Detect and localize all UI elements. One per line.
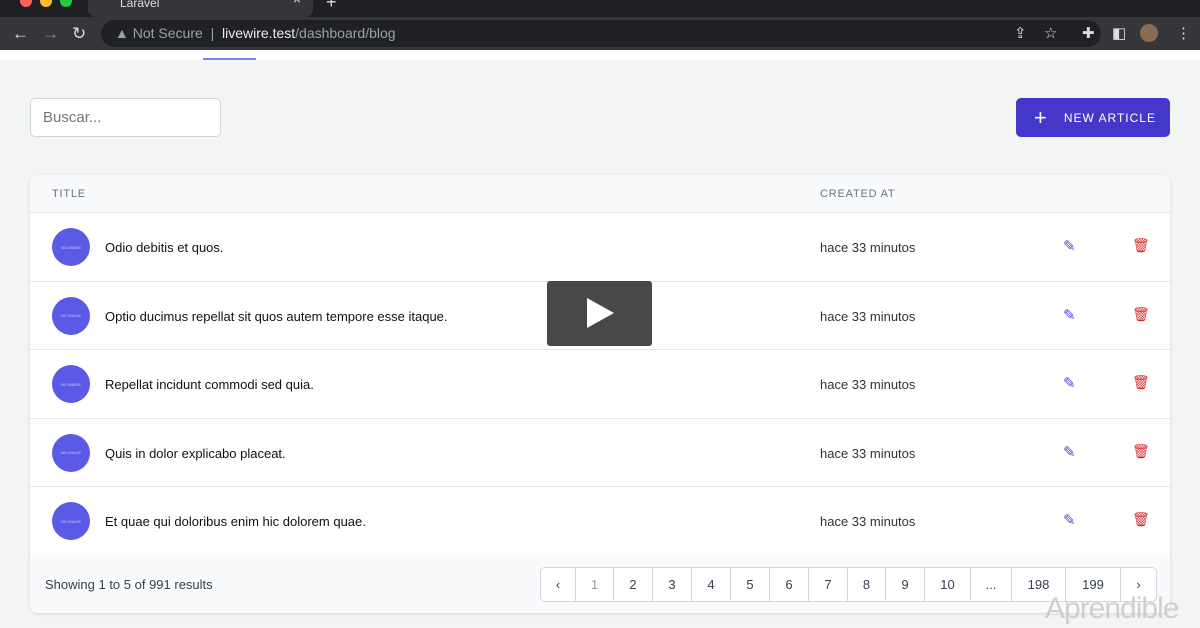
delete-trash-icon[interactable]: 🗑 <box>1132 511 1150 528</box>
edit-pencil-icon[interactable]: ✎ <box>1063 374 1076 392</box>
new-article-label: NEW ARTICLE <box>1063 110 1156 125</box>
url-host: livewire.test <box>222 25 296 41</box>
delete-trash-icon[interactable]: 🗑 <box>1132 443 1150 460</box>
security-label: Not Secure <box>132 25 203 41</box>
delete-trash-icon[interactable]: 🗑 <box>1132 237 1150 254</box>
extensions-icon[interactable]: ✚ <box>1082 24 1095 42</box>
address-bar-area: ← → ↻ ▲ Not Secure | livewire.test/dashb… <box>0 17 1200 50</box>
article-created-at: hace 33 minutos <box>820 377 916 392</box>
article-title: Optio ducimus repellat sit quos autem te… <box>105 308 448 324</box>
article-created-at: hace 33 minutos <box>820 514 916 529</box>
browser-tab-bar: Laravel × + <box>0 0 1200 17</box>
url-path: /dashboard/blog <box>295 25 396 41</box>
edit-pencil-icon[interactable]: ✎ <box>1063 237 1076 255</box>
edit-pencil-icon[interactable]: ✎ <box>1063 443 1076 461</box>
new-tab-icon[interactable]: + <box>326 0 337 13</box>
delete-trash-icon[interactable]: 🗑 <box>1132 374 1150 391</box>
share-icon[interactable]: ⇪ <box>1014 24 1027 42</box>
plus-icon: + <box>1034 104 1048 130</box>
page-button[interactable]: 2 <box>614 568 653 601</box>
edit-pencil-icon[interactable]: ✎ <box>1063 306 1076 324</box>
page-button[interactable]: 9 <box>886 568 925 601</box>
article-image-placeholder: NO IMAGE <box>52 365 90 403</box>
back-icon[interactable]: ← <box>12 24 29 44</box>
page-button[interactable]: 10 <box>925 568 971 601</box>
table-row: NO IMAGE Et quae qui doloribus enim hic … <box>30 487 1170 556</box>
prev-page-button[interactable]: ‹ <box>541 568 576 601</box>
table-footer: Showing 1 to 5 of 991 results ‹ 1 2 3 4 5 6 7 8 9… <box>30 555 1170 613</box>
sidebar-icon[interactable]: ◧ <box>1112 24 1126 42</box>
header-title: TITLE <box>52 188 86 200</box>
close-tab-icon[interactable]: × <box>293 0 301 6</box>
page-button[interactable]: 1 <box>576 568 614 601</box>
profile-avatar[interactable] <box>1140 24 1158 42</box>
page-button: ... <box>971 568 1012 601</box>
star-icon[interactable]: ☆ <box>1044 24 1057 42</box>
header-created-at: CREATED AT <box>820 188 896 200</box>
article-image-placeholder: NO IMAGE <box>52 228 90 266</box>
page-button[interactable]: 6 <box>770 568 809 601</box>
article-image-placeholder: NO IMAGE <box>52 433 90 472</box>
page-button[interactable]: 8 <box>848 568 886 601</box>
article-created-at: hace 33 minutos <box>820 240 916 255</box>
table-row: NO IMAGE Repellat incidunt commodi sed q… <box>30 350 1170 419</box>
window-controls[interactable] <box>20 0 72 7</box>
delete-trash-icon[interactable]: 🗑 <box>1132 306 1150 323</box>
article-title: Quis in dolor explicabo placeat. <box>105 445 286 461</box>
url-input[interactable]: ▲ Not Secure | livewire.test/dashboard/b… <box>101 20 1101 47</box>
reload-icon[interactable]: ↻ <box>72 24 86 44</box>
table-row: NO IMAGE Odio debitis et quos. hace 33 m… <box>30 213 1170 282</box>
articles-table: TITLE CREATED AT NO IMAGE Odio debitis e… <box>30 175 1170 613</box>
search-input[interactable] <box>30 98 221 137</box>
article-created-at: hace 33 minutos <box>820 308 916 324</box>
table-row: NO IMAGE Quis in dolor explicabo placeat… <box>30 419 1170 487</box>
tab-title: Laravel <box>120 0 160 10</box>
page-button[interactable]: 5 <box>731 568 770 601</box>
page-button[interactable]: 7 <box>809 568 848 601</box>
edit-pencil-icon[interactable]: ✎ <box>1063 511 1076 529</box>
article-title: Repellat incidunt commodi sed quia. <box>105 377 314 392</box>
browser-tab[interactable]: Laravel × <box>88 0 313 17</box>
video-play-button[interactable] <box>547 281 652 346</box>
results-summary: Showing 1 to 5 of 991 results <box>45 577 213 592</box>
table-header: TITLE CREATED AT <box>30 175 1170 213</box>
page-button[interactable]: 4 <box>692 568 731 601</box>
article-created-at: hace 33 minutos <box>820 445 916 461</box>
watermark-logo: Aprendible <box>1045 592 1179 625</box>
forward-icon[interactable]: → <box>42 24 59 44</box>
new-article-button[interactable]: + NEW ARTICLE <box>1016 98 1170 137</box>
warning-icon: ▲ <box>115 25 129 41</box>
article-image-placeholder: NO IMAGE <box>52 502 90 540</box>
article-image-placeholder: NO IMAGE <box>52 296 90 335</box>
page-button[interactable]: 3 <box>653 568 692 601</box>
article-title: Et quae qui doloribus enim hic dolorem q… <box>105 514 366 529</box>
article-title: Odio debitis et quos. <box>105 240 224 255</box>
nav-strip <box>0 50 1200 60</box>
menu-icon[interactable]: ⋮ <box>1176 24 1191 42</box>
active-nav-indicator <box>203 58 256 60</box>
